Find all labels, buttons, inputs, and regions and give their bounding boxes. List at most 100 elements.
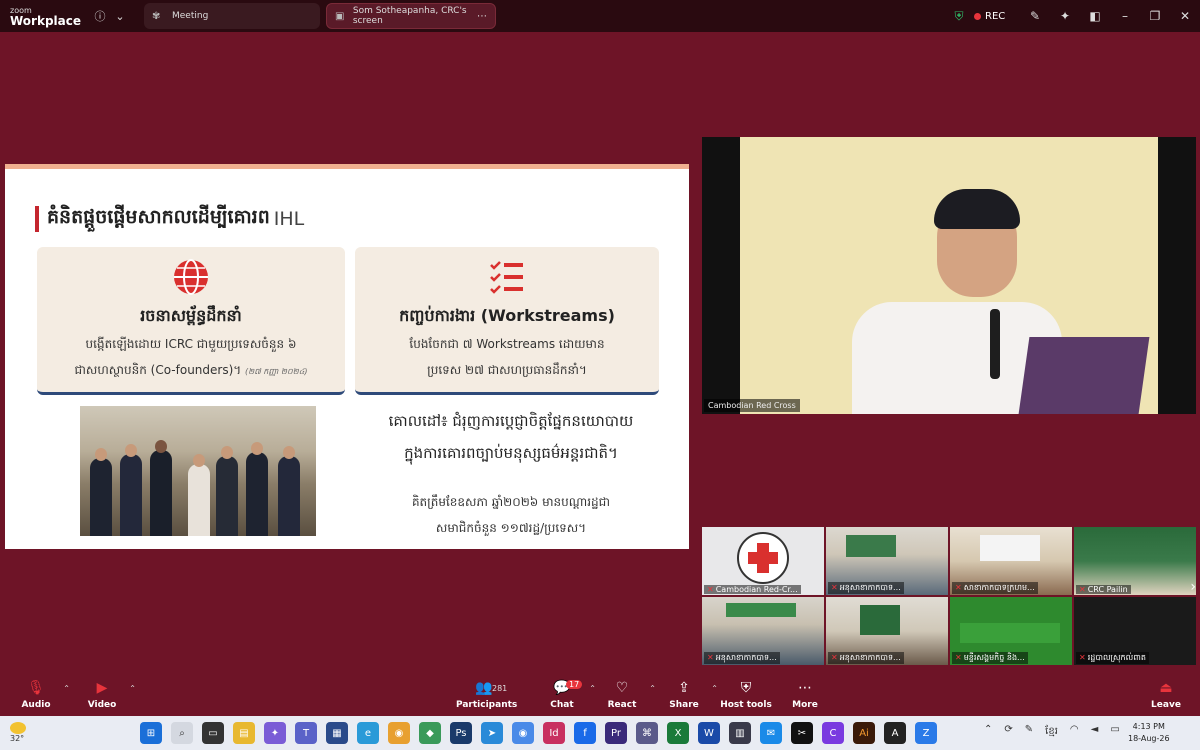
gallery-tile[interactable]: ✕ អនុសាខាកាកបាទ... [826,527,948,595]
system-tray: ⌃ ⟳ ✎ ខ្មែរ ◠ ◄ ▭ [984,724,1132,739]
share-screen-icon: ⇪ [678,680,690,696]
clock[interactable]: 4:13 PM 18-Aug-26 [1128,721,1170,745]
info-icon[interactable]: ⓘ [90,6,110,26]
capcut-icon[interactable]: ✂ [791,722,813,744]
store-icon[interactable]: ▦ [326,722,348,744]
gallery-tile[interactable]: ✕ Cambodian Red-Cr... [702,527,824,595]
leave-icon: ⏏ [1159,680,1173,696]
canva-icon[interactable]: C [822,722,844,744]
sun-icon [10,722,26,734]
battery-icon[interactable]: ▭ [1110,724,1119,739]
chevron-up-icon[interactable]: ⌃ [649,684,656,693]
video-off-icon: ▶ [96,680,108,696]
active-speaker-video[interactable]: Cambodian Red Cross [702,137,1196,414]
volume-icon[interactable]: ◄ [1091,724,1099,739]
leadership-text: បង្កើតឡើងដោយ ICRC ជាមួយប្រទេសចំនួន ៦ ជាស… [74,337,308,377]
chevron-up-icon[interactable]: ⌃ [984,724,992,739]
mic-muted-icon: 🎙 [27,680,45,696]
title-bar: zoom Workplace ⓘ ⌄ ✾ Meeting ▣ Som Sothe… [0,0,1200,32]
minimize-icon[interactable]: – [1110,9,1140,23]
title-accent-bar [35,206,39,232]
sparkle-icon[interactable]: ✦ [1050,9,1080,23]
gallery-next-icon[interactable]: › [1190,579,1196,595]
file-explorer-icon[interactable]: ▤ [233,722,255,744]
search-icon[interactable]: ⌕ [171,722,193,744]
gallery-tile[interactable]: ✕ សាខាកាកបាទក្រហម... [950,527,1072,595]
annotate-icon[interactable]: ✎ [1020,9,1050,23]
indesign-icon[interactable]: Id [543,722,565,744]
gallery-tile[interactable]: ✕ CRC Pailin [1074,527,1196,595]
word-icon[interactable]: W [698,722,720,744]
facebook-icon[interactable]: f [574,722,596,744]
gallery-tile[interactable]: ✕ អនុសាខាកាកបាទ... [826,597,948,665]
telegram-icon[interactable]: ➤ [481,722,503,744]
more-button[interactable]: ⋯ More [777,680,833,710]
share-button[interactable]: ⇪ Share ⌃ [656,680,718,710]
chevron-up-icon[interactable]: ⌃ [711,684,718,693]
checklist-icon [490,261,523,294]
teams-icon[interactable]: T [295,722,317,744]
paw-icon: ✾ [152,10,161,22]
video-gallery: ✕ Cambodian Red-Cr... ✕ អនុសាខាកាកបាទ... ✕… [702,527,1196,665]
mic-muted-icon: ✕ [831,583,838,592]
weather-widget[interactable]: 32° [10,722,26,743]
gallery-tile[interactable]: ✕ រដ្ឋបាលស្រុកល់ពាត [1074,597,1196,665]
screen-share-icon: ▣ [335,10,345,22]
workstreams-text: បែងចែកជា ៧ Workstreams ដោយមាន ប្រទេស ២៧ … [409,337,605,377]
photoshop-icon[interactable]: Ps [450,722,472,744]
acrobat-icon[interactable]: A [884,722,906,744]
chevron-up-icon[interactable]: ⌃ [63,684,70,693]
sync-icon[interactable]: ⟳ [1004,724,1012,739]
rec-indicator[interactable]: REC [974,11,1020,22]
notes-icon[interactable]: ▥ [729,722,751,744]
layout-icon[interactable]: ◧ [1080,9,1110,23]
react-button[interactable]: ♡ React ⌃ [594,680,656,710]
start-icon[interactable]: ⊞ [140,722,162,744]
premiere-icon[interactable]: Pr [605,722,627,744]
tab-shared-screen[interactable]: ▣ Som Sotheapanha, CRC's screen ⋯ [326,3,496,29]
pen-icon[interactable]: ✎ [1025,724,1033,739]
tab-meeting[interactable]: ✾ Meeting [144,3,320,29]
gamepad-icon[interactable]: ⌘ [636,722,658,744]
chrome-icon[interactable]: ◉ [388,722,410,744]
mic-muted-icon: ✕ [831,653,838,662]
host-tools-button[interactable]: ⛨ Host tools [718,680,774,710]
app-icon[interactable]: ◆ [419,722,441,744]
copilot-icon[interactable]: ✦ [264,722,286,744]
red-cross-logo [737,532,789,584]
chevron-down-icon[interactable]: ⌄ [110,6,130,26]
os-taskbar: 32° ⊞ ⌕ ▭ ▤ ✦ T ▦ e ◉ ◆ Ps ➤ ◉ Id f Pr ⌘… [0,716,1200,750]
globe-icon [174,259,208,295]
gallery-tile[interactable]: ✕ អនុសាខាកាកបាទ... [702,597,824,665]
zoom-logo: zoom Workplace [10,6,82,28]
leave-button[interactable]: ⏏ Leave [1138,680,1194,710]
meeting-toolbar: 🎙 Audio ⌃ ▶ Video ⌃ 👥 281 Participants 💬… [0,676,1200,716]
more-options-icon[interactable]: ⋯ [477,11,487,22]
edge-icon[interactable]: e [357,722,379,744]
shield-icon[interactable]: ⛨ [944,9,974,24]
goal-text: គោលដៅ៖ ជំរុញការប្តេជ្ញាចិត្តផ្នែកនយោបាយ … [388,412,634,462]
microphone-prop [990,309,1000,379]
chevron-up-icon[interactable]: ⌃ [129,684,136,693]
close-icon[interactable]: ✕ [1170,9,1200,23]
excel-icon[interactable]: X [667,722,689,744]
maximize-icon[interactable]: ❐ [1140,9,1170,23]
illustrator-icon[interactable]: Ai [853,722,875,744]
wifi-icon[interactable]: ◠ [1070,724,1079,739]
mic-muted-icon: ✕ [955,583,962,592]
slide-title: គំនិតផ្តួចផ្តើមសាកលដើម្បីគោរព IHL [35,205,304,233]
zoom-icon[interactable]: Z [915,722,937,744]
language-indicator[interactable]: ខ្មែរ [1045,724,1058,739]
rec-dot-icon [974,12,981,20]
shield-icon: ⛨ [740,680,752,696]
gallery-tile[interactable]: ✕ មន្ទីរសង្គមកិច្ច និង... [950,597,1072,665]
chrome-profile-icon[interactable]: ◉ [512,722,534,744]
participants-button[interactable]: 👥 281 Participants [456,680,517,710]
task-view-icon[interactable]: ▭ [202,722,224,744]
chat-button[interactable]: 💬 17 Chat ⌃ [534,680,596,710]
audio-button[interactable]: 🎙 Audio ⌃ [8,680,70,710]
heart-icon: ♡ [615,680,629,696]
video-button[interactable]: ▶ Video ⌃ [74,680,136,710]
mic-muted-icon: ✕ [707,653,714,662]
messenger-icon[interactable]: ✉ [760,722,782,744]
